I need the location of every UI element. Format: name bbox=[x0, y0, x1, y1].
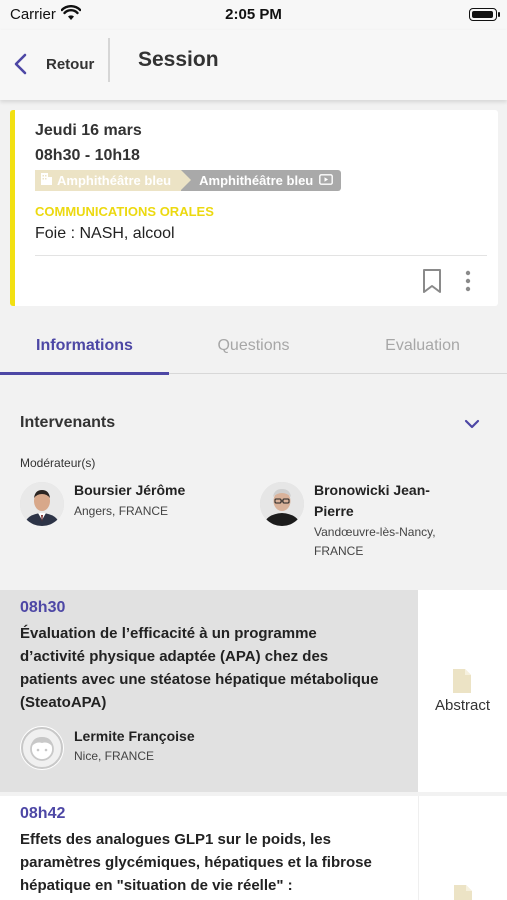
moderators-label: Modérateur(s) bbox=[20, 456, 96, 470]
tab-informations[interactable]: Informations bbox=[0, 318, 169, 375]
navigation-bar: Retour Session bbox=[0, 30, 507, 100]
status-bar: Carrier 2:05 PM bbox=[0, 0, 507, 30]
moderator-card[interactable]: Boursier Jérôme Angers, FRANCE bbox=[20, 480, 240, 530]
document-icon bbox=[451, 668, 473, 694]
intervenants-title: Intervenants bbox=[20, 414, 116, 431]
battery-icon bbox=[469, 8, 500, 21]
page-title: Session bbox=[138, 48, 219, 71]
room-tags: Amphithéâtre bleu Amphithéâtre bleu bbox=[35, 170, 342, 191]
more-options-icon[interactable] bbox=[461, 268, 475, 294]
talk-time: 08h42 bbox=[20, 805, 66, 822]
room-tag-primary-label: Amphithéâtre bleu bbox=[57, 173, 172, 188]
bookmark-icon[interactable] bbox=[421, 268, 443, 294]
avatar bbox=[260, 482, 304, 526]
talk-title: Effets des analogues GLP1 sur le poids, … bbox=[20, 831, 372, 894]
card-divider bbox=[35, 255, 487, 256]
video-icon bbox=[319, 173, 334, 188]
chevron-left-icon bbox=[10, 52, 34, 76]
abstract-label: Abstract bbox=[434, 697, 491, 714]
document-icon bbox=[452, 884, 474, 900]
abstract-button[interactable] bbox=[418, 796, 507, 900]
talk-item[interactable]: 08h30 Évaluation de l’efficacité à un pr… bbox=[0, 590, 507, 792]
talk-title: Évaluation de l’efficacité à un programm… bbox=[20, 625, 379, 711]
session-category: COMMUNICATIONS ORALES bbox=[35, 204, 214, 219]
room-tag-secondary[interactable]: Amphithéâtre bleu bbox=[181, 170, 342, 191]
talk-content[interactable]: 08h30 Évaluation de l’efficacité à un pr… bbox=[0, 590, 418, 792]
abstract-button[interactable]: Abstract bbox=[418, 590, 507, 792]
moderator-name-line1: Bronowicki Jean- bbox=[314, 482, 430, 498]
moderator-name: Boursier Jérôme bbox=[74, 482, 186, 498]
tab-bar: Informations Questions Evaluation bbox=[0, 318, 507, 375]
building-icon bbox=[41, 173, 52, 188]
moderator-card[interactable]: Bronowicki Jean- Pierre Vandœuvre-lès-Na… bbox=[260, 480, 500, 562]
room-tag-primary[interactable]: Amphithéâtre bleu bbox=[35, 170, 192, 191]
clock: 2:05 PM bbox=[225, 6, 282, 23]
session-hours: 08h30 - 10h18 bbox=[35, 147, 140, 164]
speaker-avatar bbox=[20, 726, 64, 770]
back-button[interactable]: Retour bbox=[6, 44, 98, 84]
speaker-location: Nice, FRANCE bbox=[74, 749, 155, 763]
moderator-name: Bronowicki Jean- Pierre bbox=[314, 480, 430, 522]
back-label: Retour bbox=[46, 55, 95, 73]
tab-questions[interactable]: Questions bbox=[169, 318, 338, 374]
moderator-name-line2: Pierre bbox=[314, 503, 354, 519]
chevron-down-icon[interactable] bbox=[462, 416, 482, 432]
speaker-name: Lermite Françoise bbox=[74, 728, 195, 744]
moderator-location: Angers, FRANCE bbox=[74, 504, 169, 518]
talk-time: 08h30 bbox=[20, 599, 66, 616]
session-topic: Foie : NASH, alcool bbox=[35, 225, 175, 242]
nav-divider bbox=[108, 38, 110, 82]
avatar bbox=[20, 482, 64, 526]
room-tag-secondary-label: Amphithéâtre bleu bbox=[199, 173, 314, 188]
session-date: Jeudi 16 mars bbox=[35, 122, 142, 139]
moderator-location: Vandœuvre-lès-Nancy, FRANCE bbox=[314, 523, 436, 561]
moderator-location-line2: FRANCE bbox=[314, 544, 364, 558]
moderator-location-line1: Vandœuvre-lès-Nancy, bbox=[314, 525, 436, 539]
talk-content[interactable]: 08h42 Effets des analogues GLP1 sur le p… bbox=[0, 796, 418, 900]
talk-item[interactable]: 08h42 Effets des analogues GLP1 sur le p… bbox=[0, 796, 507, 900]
session-card: Jeudi 16 mars 08h30 - 10h18 Amphithéâtre… bbox=[10, 110, 498, 306]
tab-evaluation[interactable]: Evaluation bbox=[338, 318, 507, 374]
